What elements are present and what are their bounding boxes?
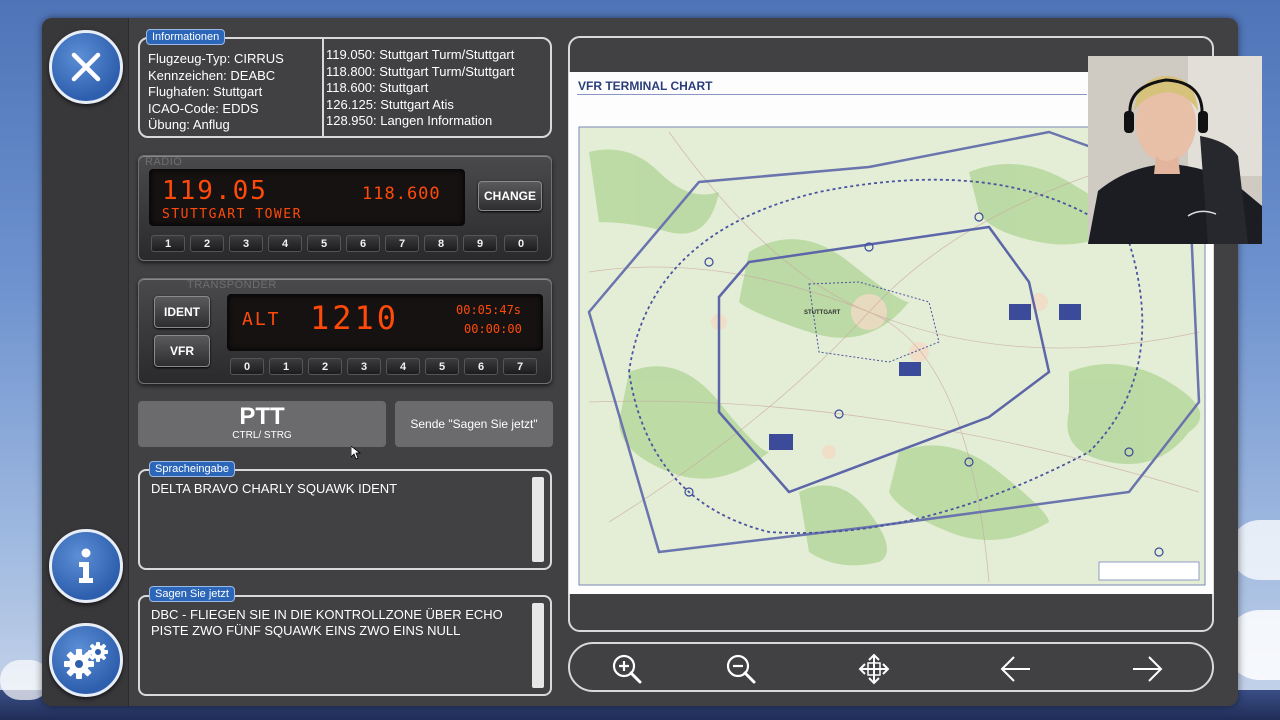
frequency-item: 128.950: Langen Information	[326, 113, 493, 128]
transponder-mode: ALT	[242, 309, 281, 330]
ptt-label: PTT	[239, 403, 285, 430]
radio-key-3[interactable]: 3	[229, 235, 263, 252]
squawk-key-5[interactable]: 5	[425, 358, 459, 375]
close-button[interactable]	[49, 30, 123, 104]
radio-key-8[interactable]: 8	[424, 235, 458, 252]
timer-flight: 00:05:47s	[456, 303, 522, 317]
transponder-title: TRANSPONDER	[187, 279, 277, 291]
info-line: Flugzeug-Typ: CIRRUS	[148, 51, 284, 66]
next-button[interactable]	[1131, 652, 1165, 686]
info-button[interactable]	[49, 529, 123, 603]
squawk-key-0[interactable]: 0	[230, 358, 264, 375]
info-line: Flughafen: Stuttgart	[148, 84, 263, 99]
pan-button[interactable]	[857, 652, 891, 686]
zoom-out-icon	[726, 654, 756, 684]
radio-key-5[interactable]: 5	[307, 235, 341, 252]
close-icon	[71, 52, 101, 82]
speech-input-legend: Spracheingabe	[149, 461, 236, 477]
gears-icon	[64, 642, 108, 679]
zoom-in-button[interactable]	[610, 652, 644, 686]
say-now-scrollbar[interactable]	[532, 603, 544, 688]
radio-key-7[interactable]: 7	[385, 235, 419, 252]
city-label: STUTTGART	[804, 310, 841, 316]
info-line: ICAO-Code: EDDS	[148, 100, 259, 116]
frequency-item: 118.800: Stuttgart Turm/Stuttgart	[326, 63, 515, 79]
webcam-overlay	[1088, 56, 1262, 244]
info-legend: Informationen	[146, 29, 226, 45]
divider	[322, 39, 324, 136]
vfr-button[interactable]: VFR	[154, 335, 210, 367]
speech-input-text: DELTA BRAVO CHARLY SQUAWK IDENT	[151, 481, 398, 496]
ident-button[interactable]: IDENT	[154, 296, 210, 328]
radio-key-9[interactable]: 9	[463, 235, 497, 252]
arrow-right-icon	[1133, 656, 1163, 682]
radio-key-4[interactable]: 4	[268, 235, 302, 252]
radio-panel: RADIO 119.05 118.600 STUTTGART TOWER CHA…	[138, 155, 552, 261]
transponder-panel: TRANSPONDER IDENT VFR ALT 1210 00:05:47s…	[138, 278, 552, 384]
radio-key-1[interactable]: 1	[151, 235, 185, 252]
frequency-item: 119.050: Stuttgart Turm/Stuttgart	[326, 47, 515, 62]
active-frequency: 119.05	[162, 176, 268, 206]
say-now-line: PISTE ZWO FÜNF SQUAWK EINS ZWO EINS NULL	[151, 623, 461, 638]
radio-title: RADIO	[145, 156, 183, 168]
mouse-cursor	[351, 446, 361, 460]
frequency-item: 126.125: Stuttgart Atis	[326, 96, 454, 112]
info-box: Flugzeug-Typ: CIRRUS Kennzeichen: DEABC …	[138, 37, 552, 138]
chart-toolbar	[568, 642, 1214, 692]
aircraft-info: Flugzeug-Typ: CIRRUS Kennzeichen: DEABC …	[148, 51, 284, 134]
speech-input-box: DELTA BRAVO CHARLY SQUAWK IDENT	[138, 469, 552, 570]
change-button[interactable]: CHANGE	[478, 181, 542, 211]
info-line: Übung: Anflug	[148, 117, 230, 132]
ptt-shortcut: CTRL/ STRG	[232, 430, 292, 441]
frequency-list: 119.050: Stuttgart Turm/Stuttgart 118.80…	[326, 47, 514, 130]
squawk-key-1[interactable]: 1	[269, 358, 303, 375]
previous-button[interactable]	[998, 652, 1032, 686]
radio-display: 119.05 118.600 STUTTGART TOWER	[149, 169, 465, 226]
transponder-display: ALT 1210 00:05:47s 00:00:00	[227, 294, 543, 351]
squawk-key-4[interactable]: 4	[386, 358, 420, 375]
squawk-code: 1210	[310, 299, 400, 337]
frequency-item: 118.600: Stuttgart	[326, 80, 429, 95]
radio-key-2[interactable]: 2	[190, 235, 224, 252]
say-now-text: DBC - FLIEGEN SIE IN DIE KONTROLLZONE ÜB…	[151, 607, 521, 639]
squawk-key-3[interactable]: 3	[347, 358, 381, 375]
radio-key-0[interactable]: 0	[504, 235, 538, 252]
zoom-out-button[interactable]	[724, 652, 758, 686]
squawk-key-7[interactable]: 7	[503, 358, 537, 375]
radio-key-6[interactable]: 6	[346, 235, 380, 252]
timer-elapsed: 00:00:00	[464, 322, 522, 336]
settings-button[interactable]	[49, 623, 123, 697]
info-line: Kennzeichen: DEABC	[148, 67, 276, 83]
info-icon	[79, 548, 93, 583]
move-icon	[858, 653, 890, 685]
zoom-in-icon	[612, 654, 642, 684]
speech-input-scrollbar[interactable]	[532, 477, 544, 562]
send-say-now-button[interactable]: Sende "Sagen Sie jetzt"	[395, 401, 553, 447]
squawk-key-6[interactable]: 6	[464, 358, 498, 375]
station-name: STUTTGART TOWER	[162, 207, 302, 222]
say-now-box: DBC - FLIEGEN SIE IN DIE KONTROLLZONE ÜB…	[138, 595, 552, 696]
ptt-button[interactable]: PTT CTRL/ STRG	[138, 401, 386, 447]
say-now-line: DBC - FLIEGEN SIE IN DIE KONTROLLZONE ÜB…	[151, 607, 503, 622]
say-now-legend: Sagen Sie jetzt	[149, 586, 235, 602]
presenter-video	[1088, 56, 1262, 244]
arrow-left-icon	[1000, 656, 1030, 682]
standby-frequency: 118.600	[362, 184, 441, 204]
squawk-key-2[interactable]: 2	[308, 358, 342, 375]
